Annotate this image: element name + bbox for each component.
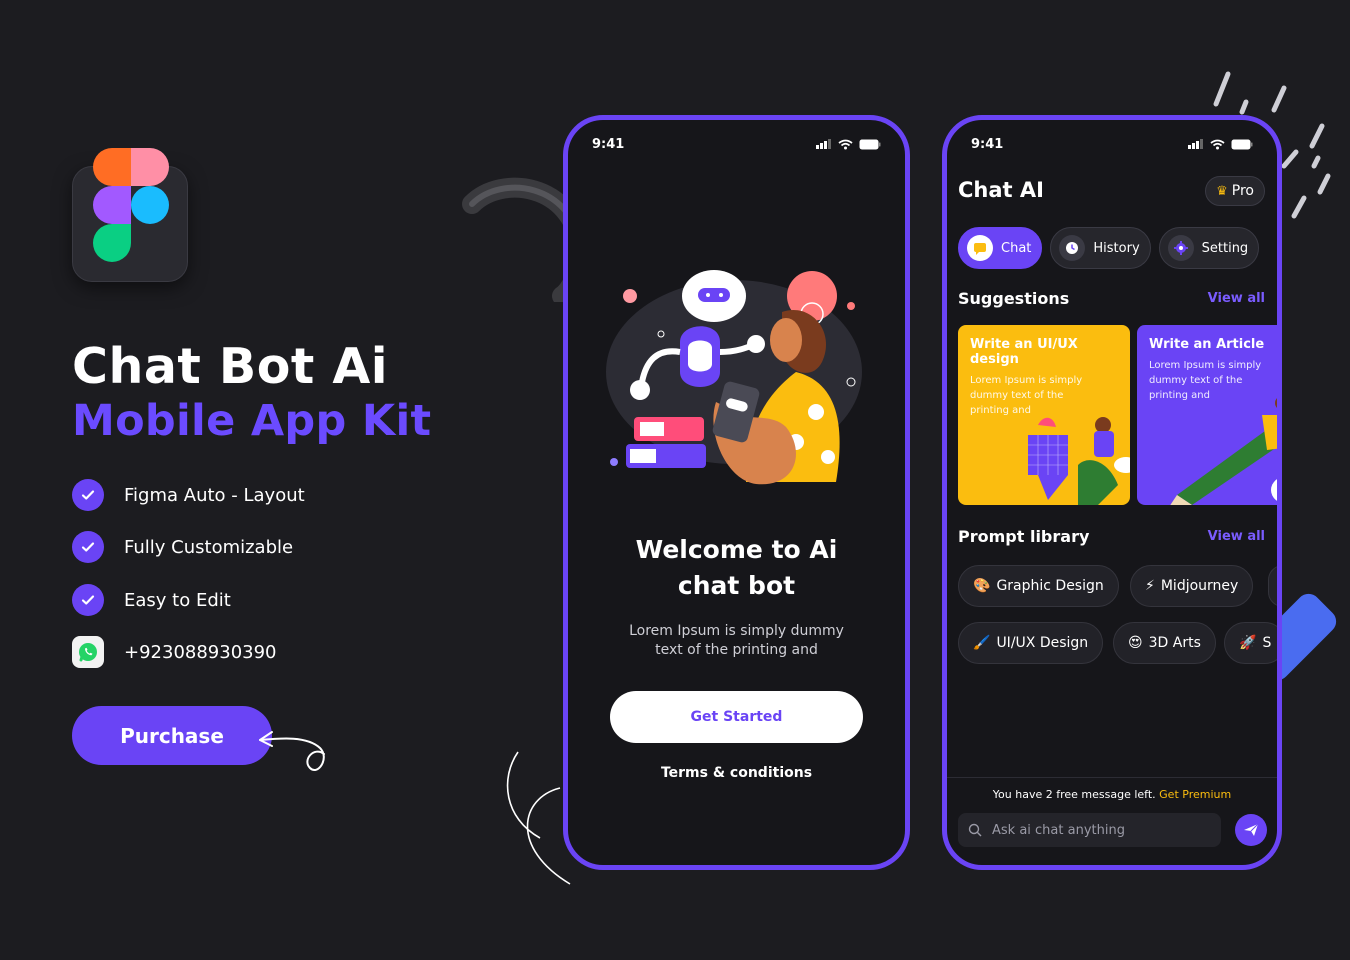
prompt-chip[interactable]: 🖌️ UI/UX Design bbox=[958, 622, 1104, 664]
crown-icon: ♛ bbox=[1216, 183, 1228, 199]
wifi-icon bbox=[1210, 139, 1225, 149]
phone-number: +923088930390 bbox=[124, 641, 277, 663]
get-started-button[interactable]: Get Started bbox=[610, 691, 863, 743]
prompt-library-view-all-link[interactable]: View all bbox=[1208, 529, 1265, 544]
chat-input-placeholder: Ask ai chat anything bbox=[992, 822, 1125, 838]
pro-label: Pro bbox=[1231, 183, 1254, 199]
signal-icon bbox=[1188, 139, 1203, 149]
prompt-library-title: Prompt library bbox=[958, 527, 1090, 546]
feature-label: Fully Customizable bbox=[124, 536, 294, 558]
tab-label: History bbox=[1093, 240, 1140, 256]
get-premium-link[interactable]: Get Premium bbox=[1159, 788, 1231, 801]
welcome-title: chat bot bbox=[677, 571, 796, 600]
writer-illustration bbox=[1170, 398, 1277, 505]
status-time: 9:41 bbox=[592, 136, 625, 152]
contact-item: +923088930390 bbox=[72, 636, 277, 668]
tab-label: Setting bbox=[1201, 240, 1249, 256]
gear-icon bbox=[1167, 235, 1194, 261]
search-icon bbox=[968, 823, 982, 837]
app-title: Chat AI bbox=[958, 178, 1044, 202]
prompt-chip-label: UI/UX Design bbox=[996, 635, 1089, 651]
figma-logo-shape bbox=[93, 224, 131, 262]
status-icons bbox=[816, 139, 881, 150]
figma-logo-shape bbox=[93, 148, 131, 186]
prompt-chip[interactable]: 🚀 S bbox=[1224, 622, 1277, 664]
prompt-chip-label: 3D Arts bbox=[1148, 635, 1201, 651]
phone-chat-home-screen: 9:41 Chat AI ♛ Pro Chat History Setting … bbox=[942, 115, 1282, 870]
divider bbox=[947, 777, 1277, 778]
status-icons bbox=[1188, 139, 1253, 150]
battery-icon bbox=[859, 139, 881, 149]
suggestions-view-all-link[interactable]: View all bbox=[1208, 291, 1265, 306]
prompt-chip[interactable]: 🎨 Graphic Design bbox=[958, 565, 1119, 607]
smile-heart-eyes-icon: 😍 bbox=[1128, 635, 1143, 651]
lightning-icon: ⚡ bbox=[1145, 578, 1155, 594]
arrow-doodle-icon bbox=[259, 731, 325, 771]
tab-setting[interactable]: Setting bbox=[1158, 227, 1260, 269]
figma-logo-shape bbox=[131, 148, 169, 186]
prompt-chip-label: Midjourney bbox=[1160, 578, 1239, 594]
battery-icon bbox=[1231, 139, 1253, 149]
status-bar: 9:41 bbox=[971, 134, 1253, 154]
prompt-chip[interactable]: 😍 3D Arts bbox=[1113, 622, 1216, 664]
check-icon bbox=[72, 584, 104, 616]
send-icon bbox=[1244, 823, 1259, 836]
welcome-subtitle: Lorem Ipsum is simply dummy bbox=[629, 623, 844, 639]
clock-icon bbox=[1059, 235, 1086, 261]
brush-icon: 🖌️ bbox=[973, 635, 991, 651]
chat-icon bbox=[967, 235, 993, 261]
feature-label: Figma Auto - Layout bbox=[124, 484, 305, 506]
hero-title: Chat Bot Ai bbox=[72, 338, 389, 395]
wifi-icon bbox=[838, 139, 853, 149]
check-icon bbox=[72, 531, 104, 563]
signal-icon bbox=[816, 139, 831, 149]
tab-bar: Chat History Setting bbox=[958, 227, 1260, 269]
robot-chat-illustration bbox=[606, 270, 862, 485]
prompt-chip-label: S bbox=[1262, 635, 1272, 651]
tab-label: Chat bbox=[1001, 240, 1032, 256]
palette-icon: 🎨 bbox=[973, 578, 991, 594]
rocket-icon: 🚀 bbox=[1239, 635, 1257, 651]
prompt-chip-label: Graphic Design bbox=[996, 578, 1104, 594]
pro-badge[interactable]: ♛ Pro bbox=[1205, 176, 1265, 206]
suggestion-card[interactable]: Write an UI/UX design Lorem Ipsum is sim… bbox=[958, 325, 1130, 505]
figma-logo-shape bbox=[131, 186, 169, 224]
welcome-title: Welcome to Ai bbox=[635, 535, 838, 564]
whatsapp-icon bbox=[72, 636, 104, 668]
send-button[interactable] bbox=[1235, 814, 1267, 846]
suggestion-card[interactable]: Write an Article Lorem Ipsum is simply d… bbox=[1137, 325, 1277, 505]
feature-item: Figma Auto - Layout bbox=[72, 479, 305, 511]
free-message-notice: You have 2 free message left. Get Premiu… bbox=[947, 788, 1277, 801]
feature-label: Easy to Edit bbox=[124, 589, 231, 611]
check-icon bbox=[72, 479, 104, 511]
terms-link[interactable]: Terms & conditions bbox=[568, 765, 905, 781]
tab-chat[interactable]: Chat bbox=[958, 227, 1043, 269]
welcome-subtitle: text of the printing and bbox=[655, 642, 818, 658]
suggestion-card-title: Write an Article bbox=[1149, 337, 1265, 352]
status-time: 9:41 bbox=[971, 136, 1004, 152]
suggestion-card-title: Write an UI/UX design bbox=[970, 337, 1078, 367]
feature-item: Fully Customizable bbox=[72, 531, 293, 563]
suggestions-title: Suggestions bbox=[958, 289, 1070, 308]
feature-item: Easy to Edit bbox=[72, 584, 231, 616]
phone-welcome-screen: 9:41 Welcome to Ai chat bot Lorem Ipsum … bbox=[563, 115, 910, 870]
hero-subtitle: Mobile App Kit bbox=[72, 396, 432, 446]
designer-illustration bbox=[1028, 417, 1130, 505]
prompt-chip-overflow[interactable] bbox=[1268, 565, 1277, 607]
status-bar: 9:41 bbox=[592, 134, 881, 154]
figma-logo-shape bbox=[93, 186, 131, 224]
tab-history[interactable]: History bbox=[1050, 227, 1151, 269]
purchase-button[interactable]: Purchase bbox=[72, 706, 272, 765]
free-message-text: You have 2 free message left. bbox=[992, 788, 1156, 801]
prompt-chip[interactable]: ⚡ Midjourney bbox=[1130, 565, 1254, 607]
chat-input[interactable]: Ask ai chat anything bbox=[958, 813, 1221, 847]
